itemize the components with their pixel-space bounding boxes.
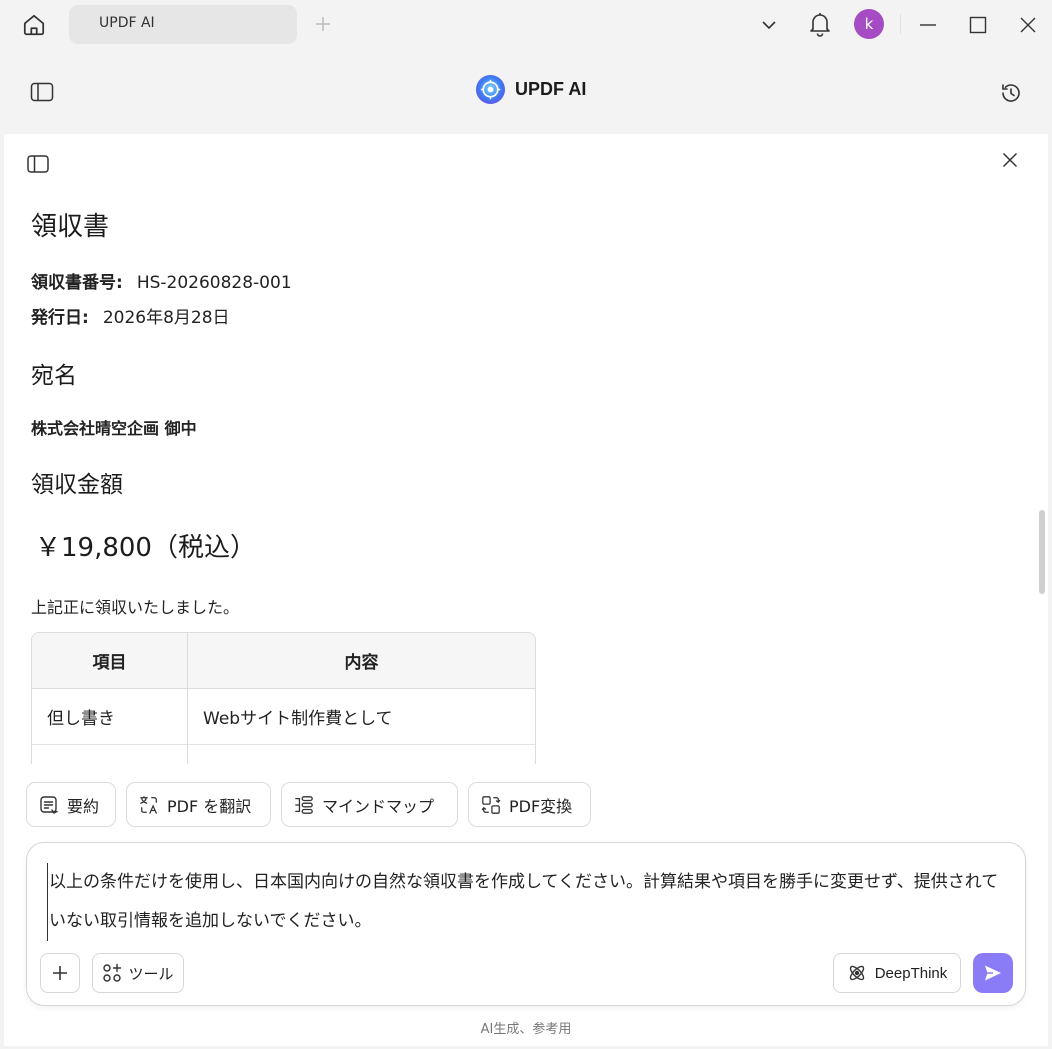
table-cell: 但し書き <box>32 689 188 745</box>
recipient-heading: 宛名 <box>31 363 77 389</box>
tools-icon <box>103 963 122 982</box>
plus-icon <box>316 17 330 31</box>
send-icon <box>985 965 1001 981</box>
mindmap-label: マインドマップ <box>322 796 435 816</box>
chevron-down-icon <box>762 21 776 30</box>
mindmap-button[interactable]: マインドマップ <box>281 782 458 827</box>
history-icon <box>1002 84 1020 102</box>
sidebar-toggle-button[interactable] <box>28 78 56 106</box>
title-bar: UPDF AI k <box>0 0 1052 50</box>
issue-date-row: 発行日: 2026年8月28日 <box>31 303 230 328</box>
tab-updf-ai[interactable]: UPDF AI <box>69 5 297 44</box>
pdf-convert-button[interactable]: PDF変換 <box>468 782 591 827</box>
home-button[interactable] <box>19 10 49 40</box>
table-header-content: 内容 <box>188 633 535 689</box>
translate-icon <box>140 795 157 814</box>
close-panel-button[interactable] <box>998 148 1022 172</box>
minimize-icon <box>920 24 936 26</box>
divider <box>900 14 901 34</box>
translate-pdf-button[interactable]: PDF を翻訳 <box>126 782 271 827</box>
receipt-table: 項目 内容 但し書き Webサイト制作費として <box>31 632 536 764</box>
issue-date-value: 2026年8月28日 <box>102 308 230 328</box>
chat-input-box[interactable]: 以上の条件だけを使用し、日本国内向けの自然な領収書を作成してください。計算結果や… <box>26 842 1026 1006</box>
atom-icon <box>849 965 864 981</box>
tools-button[interactable]: ツール <box>92 953 184 993</box>
pdf-convert-label: PDF変換 <box>509 796 573 816</box>
amount-heading: 領収金額 <box>31 472 123 498</box>
send-button[interactable] <box>973 953 1013 993</box>
table-row: 但し書き Webサイト制作費として <box>32 689 535 745</box>
deepthink-toggle[interactable]: DeepThink <box>833 953 961 993</box>
table-cell: Webサイト制作費として <box>188 689 535 745</box>
close-icon <box>1020 17 1036 33</box>
avatar[interactable]: k <box>854 9 884 39</box>
panel-sidebar-button[interactable] <box>25 152 51 176</box>
sidebar-icon <box>30 82 54 102</box>
plus-icon <box>53 966 67 980</box>
issue-date-label: 発行日: <box>31 308 89 328</box>
scrollbar-thumb[interactable] <box>1039 510 1045 594</box>
document-title: 領収書 <box>31 212 110 242</box>
table-row <box>32 745 535 764</box>
ai-response: 領収書 領収書番号: HS-20260828-001 発行日: 2026年8月28日… <box>31 194 1011 764</box>
recipient-name: 株式会社晴空企画 御中 <box>31 419 197 438</box>
amount-value: ￥19,800（税込） <box>35 533 256 563</box>
minimize-button[interactable] <box>915 12 941 38</box>
mindmap-icon <box>295 795 313 814</box>
translate-pdf-label: PDF を翻訳 <box>167 796 252 816</box>
add-attachment-button[interactable] <box>40 953 80 993</box>
notifications-button[interactable] <box>806 9 834 39</box>
summary-icon <box>40 795 58 814</box>
deepthink-label: DeepThink <box>874 964 948 982</box>
receipt-number-value: HS-20260828-001 <box>136 273 292 293</box>
maximize-button[interactable] <box>965 12 991 38</box>
chat-panel: 領収書 領収書番号: HS-20260828-001 発行日: 2026年8月28日… <box>4 134 1048 1046</box>
receipt-number-label: 領収書番号: <box>31 273 123 293</box>
bell-icon <box>810 13 830 37</box>
table-header-row: 項目 内容 <box>32 633 535 689</box>
receipt-number-row: 領収書番号: HS-20260828-001 <box>31 268 292 293</box>
summarize-label: 要約 <box>67 796 100 816</box>
maximize-icon <box>969 16 987 34</box>
home-icon <box>23 14 45 36</box>
table-cell <box>188 745 535 764</box>
sidebar-icon <box>27 155 49 173</box>
table-cell <box>32 745 188 764</box>
app-header: UPDF AI <box>0 50 1052 134</box>
tools-label: ツール <box>128 964 174 983</box>
convert-icon <box>481 795 501 814</box>
tab-list-dropdown[interactable] <box>757 13 781 37</box>
summarize-button[interactable]: 要約 <box>26 782 116 827</box>
brand: UPDF AI <box>475 74 586 105</box>
receipt-note: 上記正に領収いたしました。 <box>31 598 240 617</box>
close-icon <box>1002 152 1018 168</box>
updf-ai-logo-icon <box>475 74 506 105</box>
brand-name: UPDF AI <box>515 79 587 99</box>
chat-input-text[interactable]: 以上の条件だけを使用し、日本国内向けの自然な領収書を作成してください。計算結果や… <box>47 863 1007 941</box>
ai-disclaimer: AI生成、参考用 <box>480 1022 572 1037</box>
close-window-button[interactable] <box>1015 12 1041 38</box>
tab-label: UPDF AI <box>99 15 155 31</box>
new-tab-button[interactable] <box>311 12 335 36</box>
table-header-item: 項目 <box>32 633 188 689</box>
history-button[interactable] <box>996 78 1026 108</box>
